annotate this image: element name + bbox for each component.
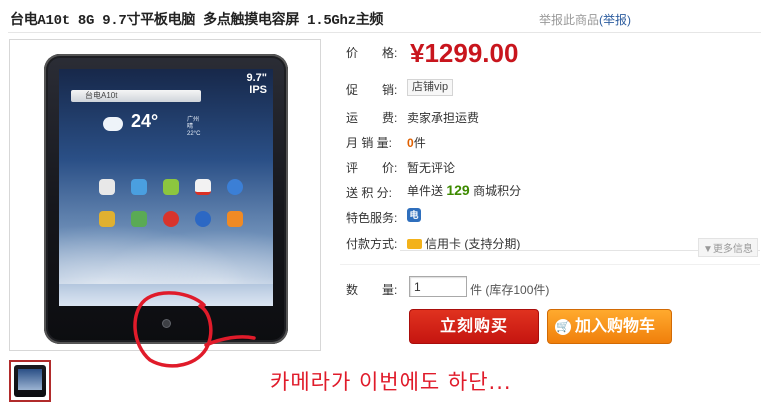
sales-unit: 件 xyxy=(413,136,426,150)
add-to-cart-button[interactable]: 🛒 加入购物车 xyxy=(547,309,672,344)
review-value[interactable]: 暂无评论 xyxy=(407,159,455,176)
thumbnail-image xyxy=(14,365,46,397)
review-label: 评 价: xyxy=(346,161,398,175)
service-value: 电 xyxy=(407,207,421,222)
promo-label: 促 销: xyxy=(346,83,398,97)
screen-dock xyxy=(59,276,273,306)
title-divider xyxy=(8,32,761,33)
points-value: 单件送 129 商城积分 xyxy=(407,182,521,199)
app-icon-android xyxy=(163,179,179,195)
annotation-text: 카메라가 이번에도 하단... xyxy=(270,370,512,394)
app-icon-calendar xyxy=(99,179,115,195)
weather-text: 广州 晴 22°C xyxy=(187,117,201,137)
thumbnail-1[interactable] xyxy=(9,360,51,402)
weather-widget: 24° 广州 晴 22°C xyxy=(93,111,233,147)
screen-spec-text: 9.7" IPS xyxy=(246,72,267,96)
promo-vip-tag[interactable]: 店铺vip xyxy=(407,79,454,96)
section-divider xyxy=(340,264,760,265)
service-badge-icon[interactable]: 电 xyxy=(407,208,421,222)
app-icon-browser xyxy=(227,179,243,195)
payment-label: 付款方式: xyxy=(346,237,398,251)
app-icon-books xyxy=(99,211,115,227)
shipping-label: 运 费: xyxy=(346,111,398,125)
quantity-label: 数 量: xyxy=(346,283,398,297)
price-label: 价 格: xyxy=(346,46,398,60)
cart-icon: 🛒 xyxy=(555,319,571,335)
report-link[interactable]: (举报) xyxy=(599,13,631,27)
app-icon-gallery xyxy=(131,211,147,227)
app-icon-talk xyxy=(131,179,147,195)
stock-text: (库存100件) xyxy=(485,283,550,297)
main-product-image[interactable]: 9.7" IPS 台电A10t 24° 广州 晴 22°C xyxy=(9,39,321,351)
points-prefix: 单件送 xyxy=(407,184,444,198)
sales-value: 0件 xyxy=(407,134,426,151)
quantity-unit: 件 xyxy=(470,283,483,297)
front-camera xyxy=(163,320,170,327)
cloud-icon xyxy=(103,117,123,131)
promo-value: 店铺vip xyxy=(407,79,454,96)
report-area: 举报此商品(举报) xyxy=(539,11,631,28)
sales-label: 月 销 量: xyxy=(346,136,393,150)
app-icon-photos xyxy=(227,211,243,227)
stock-info: 件 (库存100件) xyxy=(470,281,549,298)
weather-temperature: 24° xyxy=(131,111,159,131)
credit-card-icon xyxy=(407,239,422,249)
price-value: ¥1299.00 xyxy=(410,38,519,68)
tablet-device-image: 9.7" IPS 台电A10t 24° 广州 晴 22°C xyxy=(44,54,288,344)
app-icon-gmail xyxy=(195,179,211,195)
points-label: 送 积 分: xyxy=(346,186,393,200)
buy-now-button[interactable]: 立刻购买 xyxy=(409,309,539,344)
report-text: 举报此商品 xyxy=(539,13,600,27)
app-icon-music xyxy=(163,211,179,227)
screen-search-widget: 台电A10t xyxy=(71,90,201,102)
add-to-cart-label: 加入购物车 xyxy=(575,318,656,335)
more-info-button[interactable]: ▼更多信息 xyxy=(698,238,758,257)
product-title: 台电A10t 8G 9.7寸平板电脑 多点触摸电容屏 1.5Ghz主频 xyxy=(10,13,384,29)
sales-count: 0 xyxy=(407,136,414,150)
app-icon-player xyxy=(195,211,211,227)
shipping-value: 卖家承担运费 xyxy=(407,111,480,125)
tablet-screen: 9.7" IPS 台电A10t 24° 广州 晴 22°C xyxy=(59,69,273,306)
points-number: 129 xyxy=(446,182,470,198)
quantity-input[interactable] xyxy=(409,276,467,297)
payment-text: 信用卡 (支持分期) xyxy=(425,237,521,251)
points-suffix: 商城积分 xyxy=(473,184,522,198)
service-label: 特色服务: xyxy=(346,211,398,225)
